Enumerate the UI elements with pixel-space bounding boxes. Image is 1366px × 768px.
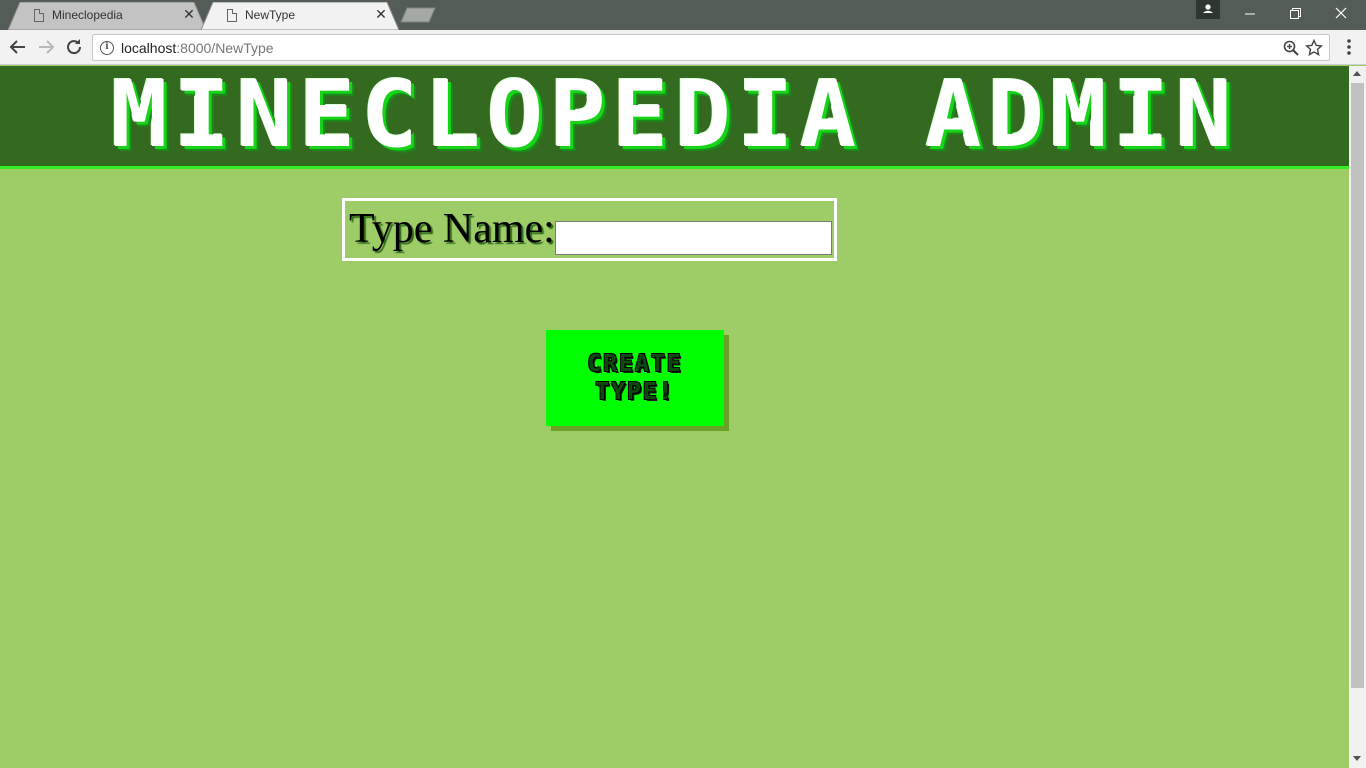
- scroll-up-arrow[interactable]: [1353, 71, 1361, 76]
- restore-icon: [1290, 8, 1301, 19]
- type-name-label: Type Name:: [349, 206, 555, 252]
- close-icon: [1335, 7, 1347, 19]
- url-path: :8000/NewType: [176, 40, 274, 56]
- new-type-form: Type Name:: [342, 198, 837, 261]
- site-banner: MINECLOPEDIA ADMIN: [0, 66, 1349, 169]
- url-host: localhost: [121, 40, 177, 56]
- tab-newtype[interactable]: NewType ✕: [201, 2, 399, 30]
- create-type-button-label: CREATE TYPE!: [587, 351, 683, 405]
- new-tab-button[interactable]: [400, 7, 438, 23]
- page-icon: [227, 9, 237, 22]
- address-bar[interactable]: i localhost:8000/NewType: [92, 34, 1330, 61]
- page-viewport: MINECLOPEDIA ADMIN Type Name: CREATE TYP…: [0, 66, 1349, 768]
- zoom-icon: [1283, 40, 1299, 56]
- minimize-icon: [1245, 13, 1255, 15]
- scroll-thumb[interactable]: [1351, 83, 1364, 688]
- restore-button[interactable]: [1272, 0, 1318, 28]
- tab-title: Mineclopedia: [52, 8, 123, 22]
- zoom-button[interactable]: [1282, 39, 1300, 57]
- site-title: MINECLOPEDIA ADMIN: [110, 66, 1239, 168]
- close-icon[interactable]: ✕: [373, 6, 389, 22]
- browser-menu-button[interactable]: [1340, 35, 1358, 59]
- kebab-menu-icon: [1347, 39, 1351, 55]
- scroll-down-arrow[interactable]: [1353, 756, 1361, 761]
- close-icon[interactable]: ✕: [181, 6, 197, 22]
- tab-mineclopedia[interactable]: Mineclopedia ✕: [8, 2, 206, 30]
- bookmark-button[interactable]: [1304, 38, 1324, 57]
- info-icon[interactable]: i: [100, 41, 114, 55]
- person-icon: [1203, 4, 1213, 13]
- tab-strip: Mineclopedia ✕ NewType ✕: [0, 0, 1366, 30]
- vertical-scrollbar[interactable]: [1349, 66, 1366, 768]
- reload-button[interactable]: [62, 35, 86, 59]
- reload-icon: [67, 39, 82, 55]
- back-button[interactable]: [6, 35, 30, 59]
- type-name-input[interactable]: [555, 221, 832, 255]
- forward-arrow-icon: [39, 40, 55, 54]
- back-arrow-icon: [9, 40, 25, 54]
- profile-button[interactable]: [1196, 0, 1220, 19]
- page-icon: [34, 9, 44, 22]
- forward-button[interactable]: [34, 35, 58, 59]
- close-window-button[interactable]: [1318, 0, 1364, 28]
- url-text: localhost:8000/NewType: [121, 40, 274, 56]
- minimize-button[interactable]: [1227, 0, 1273, 28]
- star-icon: [1304, 38, 1324, 57]
- browser-toolbar: i localhost:8000/NewType: [0, 30, 1366, 65]
- create-type-button[interactable]: CREATE TYPE!: [546, 330, 724, 426]
- tab-title: NewType: [245, 8, 296, 22]
